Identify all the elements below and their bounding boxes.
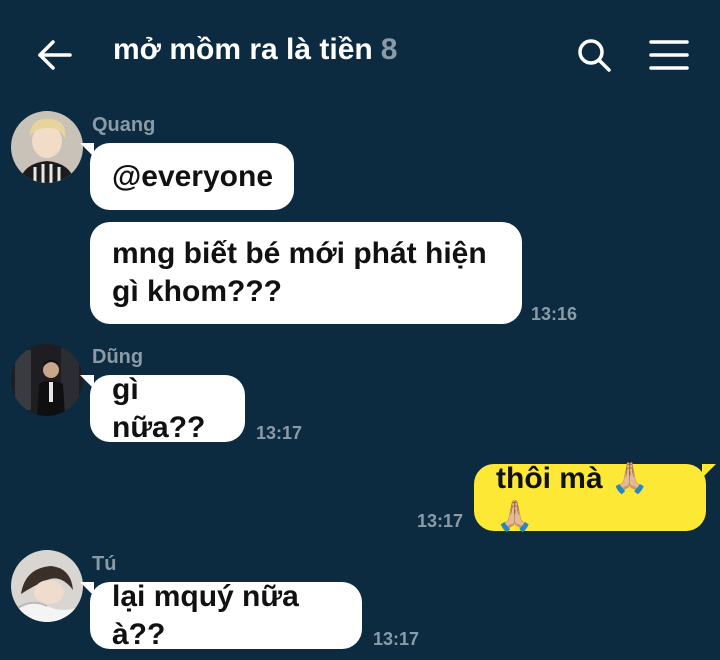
message-bubble[interactable]: lại mquý nữa à?? [80,580,362,651]
avatar-quang[interactable] [11,111,83,183]
back-button[interactable] [34,34,76,76]
message-time: 13:17 [256,423,303,443]
hamburger-menu-icon [649,40,689,70]
sender-name: Dũng [92,346,144,368]
member-count: 8 [380,33,398,66]
avatar-tu[interactable] [11,550,83,622]
avatar-dung[interactable] [11,344,83,416]
chat-title[interactable]: mở mồm ra là tiền 8 [113,33,397,67]
menu-button[interactable] [648,38,690,72]
group-name: mở mồm ra là tiền [113,33,373,66]
search-icon [578,39,611,72]
message-bubble-outgoing[interactable]: thôi mà 🙏🏼🙏🏼 [474,462,716,533]
sender-name: Quang [92,114,156,136]
message-time: 13:17 [417,511,464,531]
message-time: 13:17 [373,629,420,649]
message-bubble[interactable]: gì nữa?? [80,373,245,444]
message-bubble[interactable]: mng biết bé mới phát hiện gì khom??? [90,222,522,324]
sender-name: Tú [92,553,117,575]
arrow-left-icon [38,40,72,70]
chat-header: mở mồm ra là tiền 8 [0,0,720,108]
search-button[interactable] [573,34,615,76]
message-bubble[interactable]: @everyone [80,143,294,210]
message-time: 13:16 [531,304,578,324]
